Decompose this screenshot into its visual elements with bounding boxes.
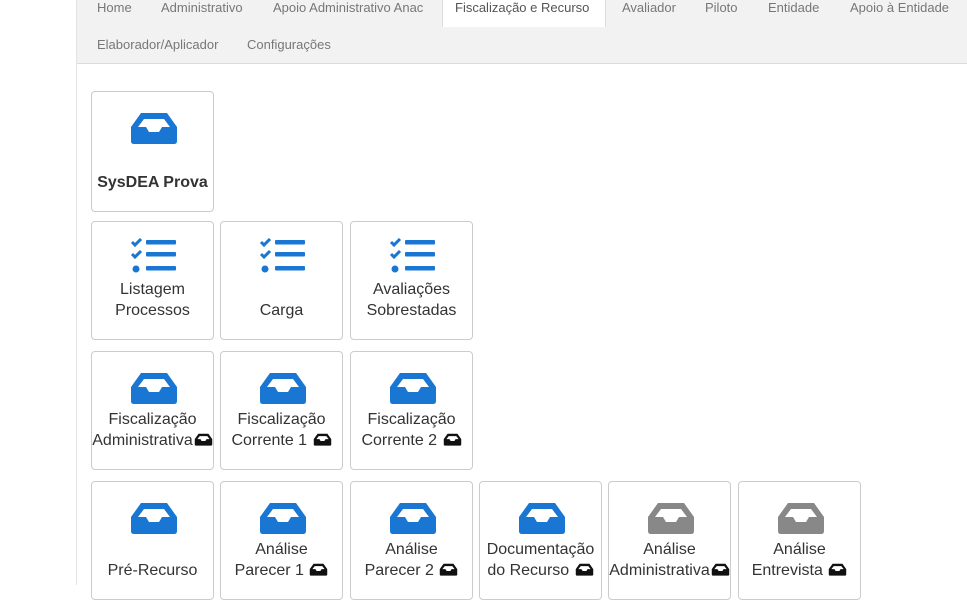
inbox-icon [258, 371, 308, 405]
tile-fiscalizacao-corrente-2[interactable]: Fiscalização Corrente 2 [350, 351, 473, 470]
nav-administrativo[interactable]: Administrativo [161, 0, 243, 27]
main-content: Home Administrativo Apoio Administrativo… [76, 0, 967, 600]
inbox-icon [129, 501, 179, 535]
nav-apoio-entidade[interactable]: Apoio à Entidade [850, 0, 949, 27]
inbox-icon [129, 111, 179, 145]
inbox-small-icon [309, 563, 328, 576]
top-navigation: Home Administrativo Apoio Administrativo… [77, 0, 967, 64]
tile-analise-parecer-2[interactable]: Análise Parecer 2 [350, 481, 473, 600]
inbox-icon [646, 501, 696, 535]
tile-label: SysDEA Prova [97, 174, 208, 191]
tile-avaliacoes-sobrestadas[interactable]: Avaliações Sobrestadas [350, 221, 473, 340]
tile-label: Análise Parecer 1 [221, 539, 342, 581]
tile-analise-entrevista[interactable]: Análise Entrevista [738, 481, 861, 600]
inbox-small-icon [828, 563, 847, 576]
tile-analise-parecer-1[interactable]: Análise Parecer 1 [220, 481, 343, 600]
inbox-icon [388, 501, 438, 535]
nav-piloto[interactable]: Piloto [705, 0, 738, 27]
nav-configuracoes[interactable]: Configurações [247, 37, 331, 64]
tile-label: Análise Entrevista [739, 539, 860, 581]
tile-label: Análise Administrativa [609, 539, 730, 581]
inbox-icon [776, 501, 826, 535]
tile-label: Avaliações Sobrestadas [366, 281, 457, 319]
nav-avaliador[interactable]: Avaliador [622, 0, 676, 27]
inbox-icon [258, 501, 308, 535]
list-check-icon [388, 238, 438, 276]
nav-elaborador-aplicador[interactable]: Elaborador/Aplicador [97, 37, 218, 64]
tile-label: Análise Parecer 2 [351, 539, 472, 581]
tile-listagem-processos[interactable]: Listagem Processos [91, 221, 214, 340]
nav-apoio-administrativo-anac[interactable]: Apoio Administrativo Anac [273, 0, 423, 27]
tile-label: Carga [259, 302, 304, 319]
tile-label: Fiscalização Corrente 2 [351, 409, 472, 451]
nav-entidade[interactable]: Entidade [768, 0, 819, 27]
inbox-small-icon [711, 563, 730, 576]
inbox-small-icon [194, 433, 213, 446]
list-check-icon [258, 238, 308, 276]
list-check-icon [129, 238, 179, 276]
tile-label: Documentação do Recurso [486, 541, 595, 579]
nav-home[interactable]: Home [97, 0, 132, 27]
inbox-icon [517, 501, 567, 535]
tile-carga[interactable]: Carga [220, 221, 343, 340]
tile-label: Fiscalização Administrativa [92, 409, 213, 451]
inbox-small-icon [439, 563, 458, 576]
tile-pre-recurso[interactable]: Pré-Recurso [91, 481, 214, 600]
inbox-small-icon [313, 433, 332, 446]
inbox-small-icon [575, 563, 594, 576]
tile-documentacao-do-recurso[interactable]: Documentação do Recurso [479, 481, 602, 600]
tile-fiscalizacao-corrente-1[interactable]: Fiscalização Corrente 1 [220, 351, 343, 470]
inbox-small-icon [443, 433, 462, 446]
tile-label: Fiscalização Corrente 1 [221, 409, 342, 451]
tile-fiscalizacao-administrativa[interactable]: Fiscalização Administrativa [91, 351, 214, 470]
tile-sysdea-prova[interactable]: SysDEA Prova [91, 91, 214, 212]
tile-analise-administrativa[interactable]: Análise Administrativa [608, 481, 731, 600]
tile-label: Listagem Processos [115, 281, 190, 319]
inbox-icon [129, 371, 179, 405]
nav-fiscalizacao-e-recurso[interactable]: Fiscalização e Recurso [442, 0, 606, 27]
tile-label: Pré-Recurso [107, 562, 198, 579]
inbox-icon [388, 371, 438, 405]
